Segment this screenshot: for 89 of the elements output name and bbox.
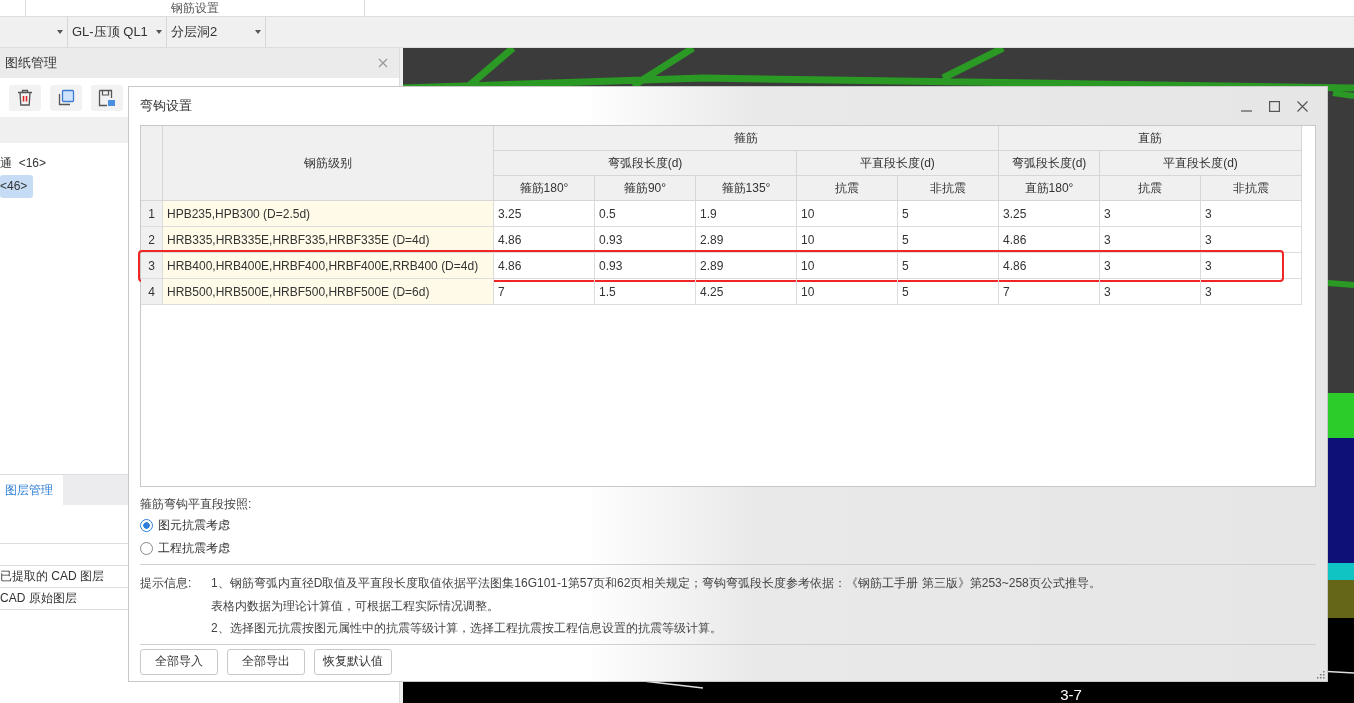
caret-icon	[255, 30, 261, 34]
column-header: 抗震	[1100, 176, 1201, 201]
dialog-button[interactable]: 全部导出	[227, 648, 305, 675]
table-cell[interactable]: 7	[999, 279, 1100, 305]
table-cell[interactable]: 10	[797, 227, 898, 253]
dialog-button[interactable]: 恢复默认值	[314, 648, 392, 675]
dropdown[interactable]: 分层洞2	[167, 17, 266, 47]
column-header: 平直段长度(d)	[797, 151, 999, 176]
table-cell[interactable]: 3	[1100, 253, 1201, 279]
table-cell[interactable]: 0.5	[595, 201, 696, 227]
table-cell[interactable]: 0.93	[595, 253, 696, 279]
column-header: 箍筋135°	[696, 176, 797, 201]
table-cell[interactable]: 4.86	[999, 227, 1100, 253]
radio-option[interactable]: 工程抗震考虑	[140, 537, 230, 560]
table-cell: HPB235,HPB300 (D=2.5d)	[163, 201, 494, 227]
table-cell[interactable]: 4.86	[494, 227, 595, 253]
column-header: 非抗震	[1201, 176, 1302, 201]
column-header: 箍筋180°	[494, 176, 595, 201]
column-header: 弯弧段长度(d)	[999, 151, 1100, 176]
dialog-button[interactable]: 全部导入	[140, 648, 218, 675]
resize-grip-icon	[1317, 671, 1325, 679]
table-cell[interactable]: 5	[898, 227, 999, 253]
caret-icon	[57, 30, 63, 34]
delete-button[interactable]	[9, 84, 41, 111]
table-cell[interactable]: 3	[1201, 279, 1302, 305]
table-cell[interactable]: 3	[1100, 201, 1201, 227]
table-cell[interactable]: 3.25	[494, 201, 595, 227]
save-button[interactable]	[91, 84, 123, 111]
document-icon	[98, 88, 116, 107]
column-header: 直筋180°	[999, 176, 1100, 201]
table-cell[interactable]: 3	[1201, 201, 1302, 227]
caret-icon	[156, 30, 162, 34]
tip-text: 表格内数据为理论计算值，可根据工程实际情况调整。	[211, 597, 500, 615]
radio-option[interactable]: 图元抗震考虑	[140, 514, 230, 537]
table-cell[interactable]: 3	[1100, 227, 1201, 253]
maximize-icon	[1268, 100, 1280, 112]
row-number: 4	[141, 279, 163, 305]
table-cell[interactable]: 3.25	[999, 201, 1100, 227]
panel-tab[interactable]: 图层管理	[0, 475, 63, 505]
table-cell[interactable]: 1.9	[696, 201, 797, 227]
table-cell[interactable]: 7	[494, 279, 595, 305]
trash-icon	[17, 89, 33, 106]
column-header: 非抗震	[898, 176, 999, 201]
panel-title: 图纸管理	[5, 54, 57, 72]
table-cell[interactable]: 4.86	[494, 253, 595, 279]
column-header: 直筋	[999, 126, 1302, 151]
table-cell[interactable]: 10	[797, 279, 898, 305]
table-cell[interactable]: 2.89	[696, 253, 797, 279]
table-cell[interactable]: 10	[797, 253, 898, 279]
column-header: 钢筋级别	[163, 126, 494, 201]
row-number: 2	[141, 227, 163, 253]
table-cell[interactable]: 10	[797, 201, 898, 227]
minimize-icon	[1240, 109, 1252, 112]
table-cell[interactable]: 5	[898, 253, 999, 279]
tip-text: 2、选择图元抗震按图元属性中的抗震等级计算，选择工程抗震按工程信息设置的抗震等级计算。	[211, 620, 723, 637]
option-label: 箍筋弯钩平直段按照:	[140, 496, 253, 513]
column-header: 抗震	[797, 176, 898, 201]
table-cell[interactable]: 2.89	[696, 227, 797, 253]
column-header: 弯弧段长度(d)	[494, 151, 797, 176]
column-header: 箍筋	[494, 126, 999, 151]
table-cell[interactable]: 1.5	[595, 279, 696, 305]
table-cell[interactable]: 5	[898, 279, 999, 305]
table-cell[interactable]: 3	[1201, 253, 1302, 279]
copy-icon	[57, 89, 75, 106]
table-cell[interactable]: 3	[1100, 279, 1201, 305]
tip-text: 1、钢筋弯弧内直径D取值及平直段长度取值依据平法图集16G101-1第57页和62页相关规定；弯钩弯弧段长度参考依据：《钢筋工手册 第三版》第253~258页公式推导。	[211, 575, 1101, 592]
tips-label: 提示信息:	[140, 575, 193, 592]
table-cell[interactable]: 3	[1201, 227, 1302, 253]
table-cell[interactable]: 4.86	[999, 253, 1100, 279]
table-cell: HRB335,HRB335E,HRBF335,HRBF335E (D=4d)	[163, 227, 494, 253]
close-icon	[1296, 100, 1308, 112]
table-cell[interactable]: 4.25	[696, 279, 797, 305]
section-title: 钢筋设置	[171, 0, 219, 16]
table-cell: HRB400,HRB400E,HRBF400,HRBF400E,RRB400 (D=4d)	[163, 253, 494, 279]
table-cell: HRB500,HRB500E,HRBF500,HRBF500E (D=6d)	[163, 279, 494, 305]
copy-button[interactable]	[50, 84, 82, 111]
row-number: 3	[141, 253, 163, 279]
column-header: 平直段长度(d)	[1100, 151, 1302, 176]
dialog-title: 弯钩设置	[140, 97, 192, 115]
radio-button[interactable]	[140, 542, 153, 555]
column-header: 箍筋90°	[595, 176, 696, 201]
row-number: 1	[141, 201, 163, 227]
radio-button[interactable]	[140, 519, 153, 532]
tree-item[interactable]: <46>	[0, 175, 34, 198]
axis-label: 3-7	[1060, 686, 1082, 703]
dropdown[interactable]: GL-压顶 QL1	[68, 17, 167, 47]
table-cell[interactable]: 5	[898, 201, 999, 227]
tree-item[interactable]: 通 <16>	[0, 152, 51, 175]
table-cell[interactable]: 0.93	[595, 227, 696, 253]
